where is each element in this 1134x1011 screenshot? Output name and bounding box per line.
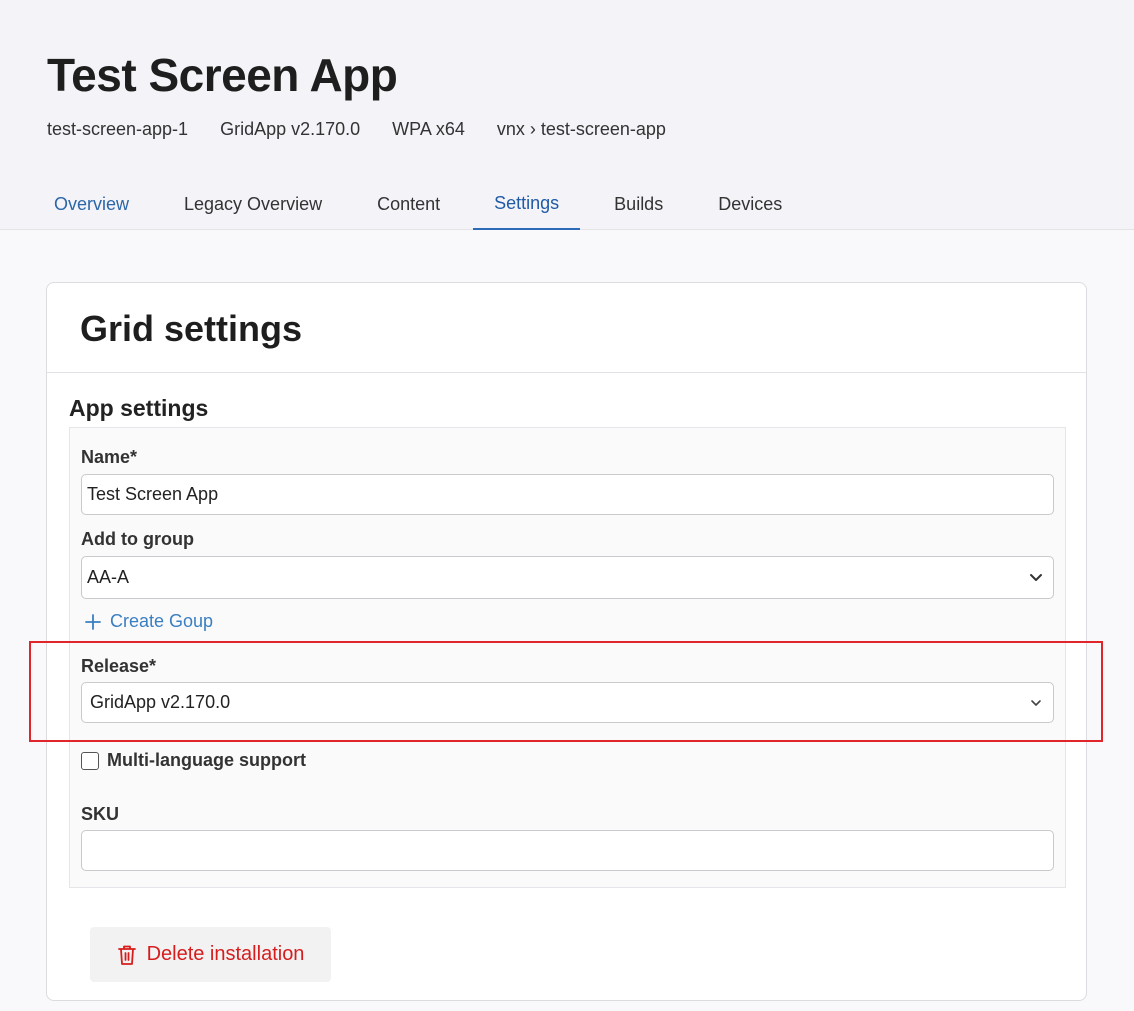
tab-legacy-overview[interactable]: Legacy Overview (151, 178, 350, 230)
delete-installation-button[interactable]: Delete installation (90, 927, 331, 982)
card-title: Grid settings (80, 308, 303, 349)
delete-installation-label: Delete installation (146, 943, 305, 965)
tab-settings[interactable]: Settings (473, 178, 581, 230)
group-select-value: AA-A (87, 567, 130, 587)
app-path: vnx › test-screen-app (496, 119, 666, 139)
release-select-value: GridApp v2.170.0 (90, 692, 231, 712)
multilang-row: Multi-language support (81, 750, 306, 771)
multilang-label: Multi-language support (107, 750, 306, 770)
sku-label: SKU (81, 804, 120, 824)
name-input[interactable]: Test Screen App (81, 474, 1054, 515)
tab-builds[interactable]: Builds (580, 178, 690, 230)
release-label: Release* (81, 656, 157, 676)
name-input-value: Test Screen App (87, 484, 219, 504)
name-label: Name* (81, 447, 138, 467)
sku-input[interactable] (81, 830, 1054, 871)
tab-devices[interactable]: Devices (690, 178, 803, 230)
release-select[interactable]: GridApp v2.170.0 (81, 682, 1054, 723)
app-id: test-screen-app-1 (47, 119, 189, 139)
multilang-checkbox[interactable] (81, 751, 99, 770)
app-meta-row: test-screen-app-1 GridApp v2.170.0 WPA x… (47, 119, 666, 140)
app-settings-form: Name* Test Screen App Add to group AA-A … (69, 427, 1066, 888)
trash-icon (117, 945, 136, 965)
app-release: GridApp v2.170.0 (220, 119, 361, 139)
create-group-label: Create Goup (110, 611, 214, 631)
chevron-down-icon (1030, 573, 1042, 581)
app-platform: WPA x64 (392, 119, 465, 139)
tab-overview[interactable]: Overview (33, 178, 151, 230)
group-label: Add to group (81, 529, 194, 549)
chevron-down-icon (1031, 699, 1041, 706)
page-title: Test Screen App (47, 49, 398, 101)
group-select[interactable]: AA-A (81, 556, 1054, 599)
grid-settings-card: Grid settings App settings Name* Test Sc… (46, 282, 1087, 1001)
plus-icon (85, 613, 101, 630)
create-group-link[interactable]: Create Goup (85, 611, 213, 632)
tab-content[interactable]: Content (350, 178, 473, 230)
tab-bar: Overview Legacy Overview Content Setting… (33, 178, 803, 230)
section-title: App settings (69, 395, 209, 421)
app-header: Test Screen App test-screen-app-1 GridAp… (0, 0, 1134, 230)
card-header: Grid settings (47, 283, 1086, 373)
